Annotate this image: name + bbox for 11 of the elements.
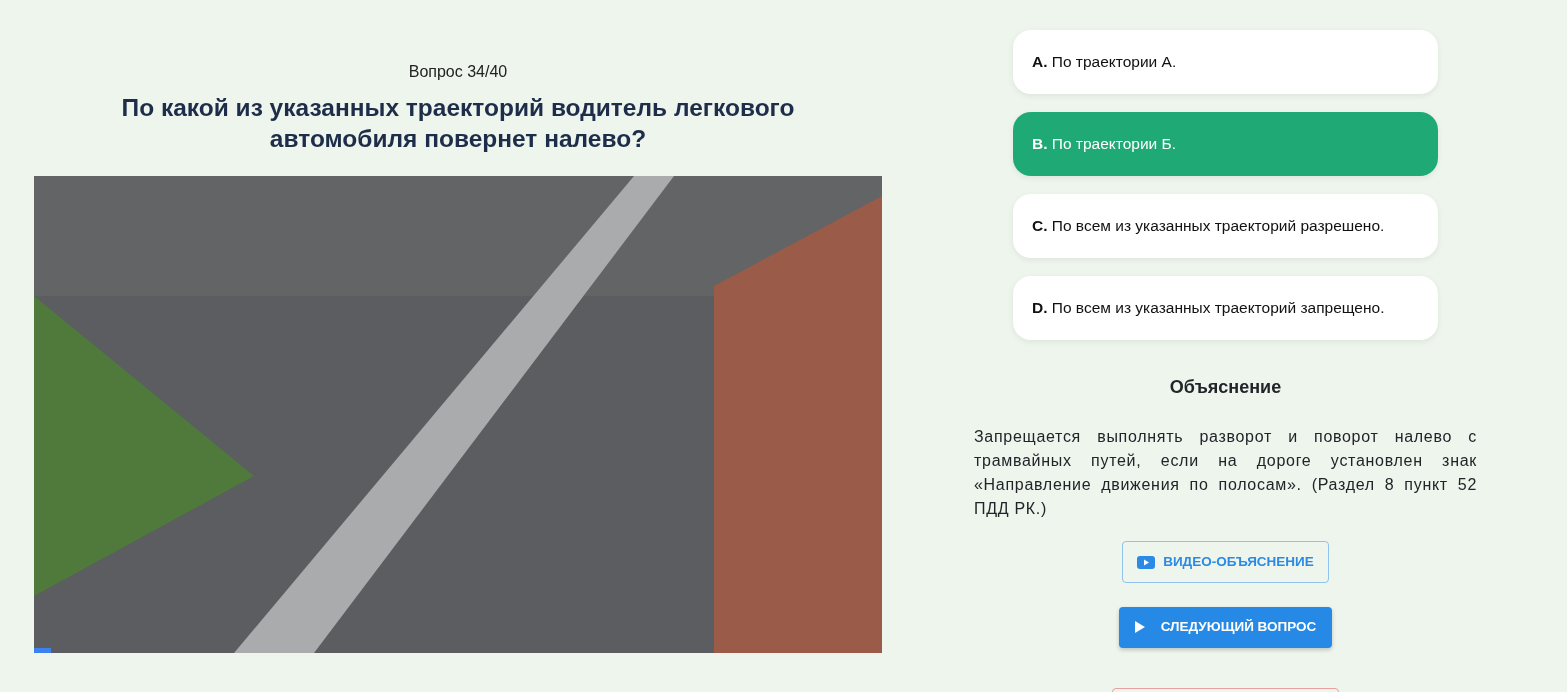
next-question-button[interactable]: СЛЕДУЮЩИЙ ВОПРОС: [1118, 607, 1333, 648]
question-title: По какой из указанных траекторий водитель легкового автомобиля повернет налево?: [120, 93, 796, 154]
explanation-text: Запрещается выполнять разворот и поворот налево с трамвайных путей, если на дороге установлен знак «Направление движения по полосам». (Раздел 8 пункт 52 ПДД РК.): [974, 427, 1477, 519]
question-counter: Вопрос 34/40: [407, 62, 509, 82]
video-play-icon: [1137, 555, 1156, 569]
answer-option[interactable]: A. По траектории А.: [1013, 30, 1438, 94]
answer-option[interactable]: D. По всем из указанных траекторий запрещено.: [1013, 276, 1438, 340]
explanation-heading: Объяснение: [1168, 376, 1283, 399]
video-progress[interactable]: [34, 648, 51, 653]
play-icon: [1134, 621, 1145, 634]
answer-option[interactable]: C. По всем из указанных траекторий разрешено.: [1013, 194, 1438, 258]
